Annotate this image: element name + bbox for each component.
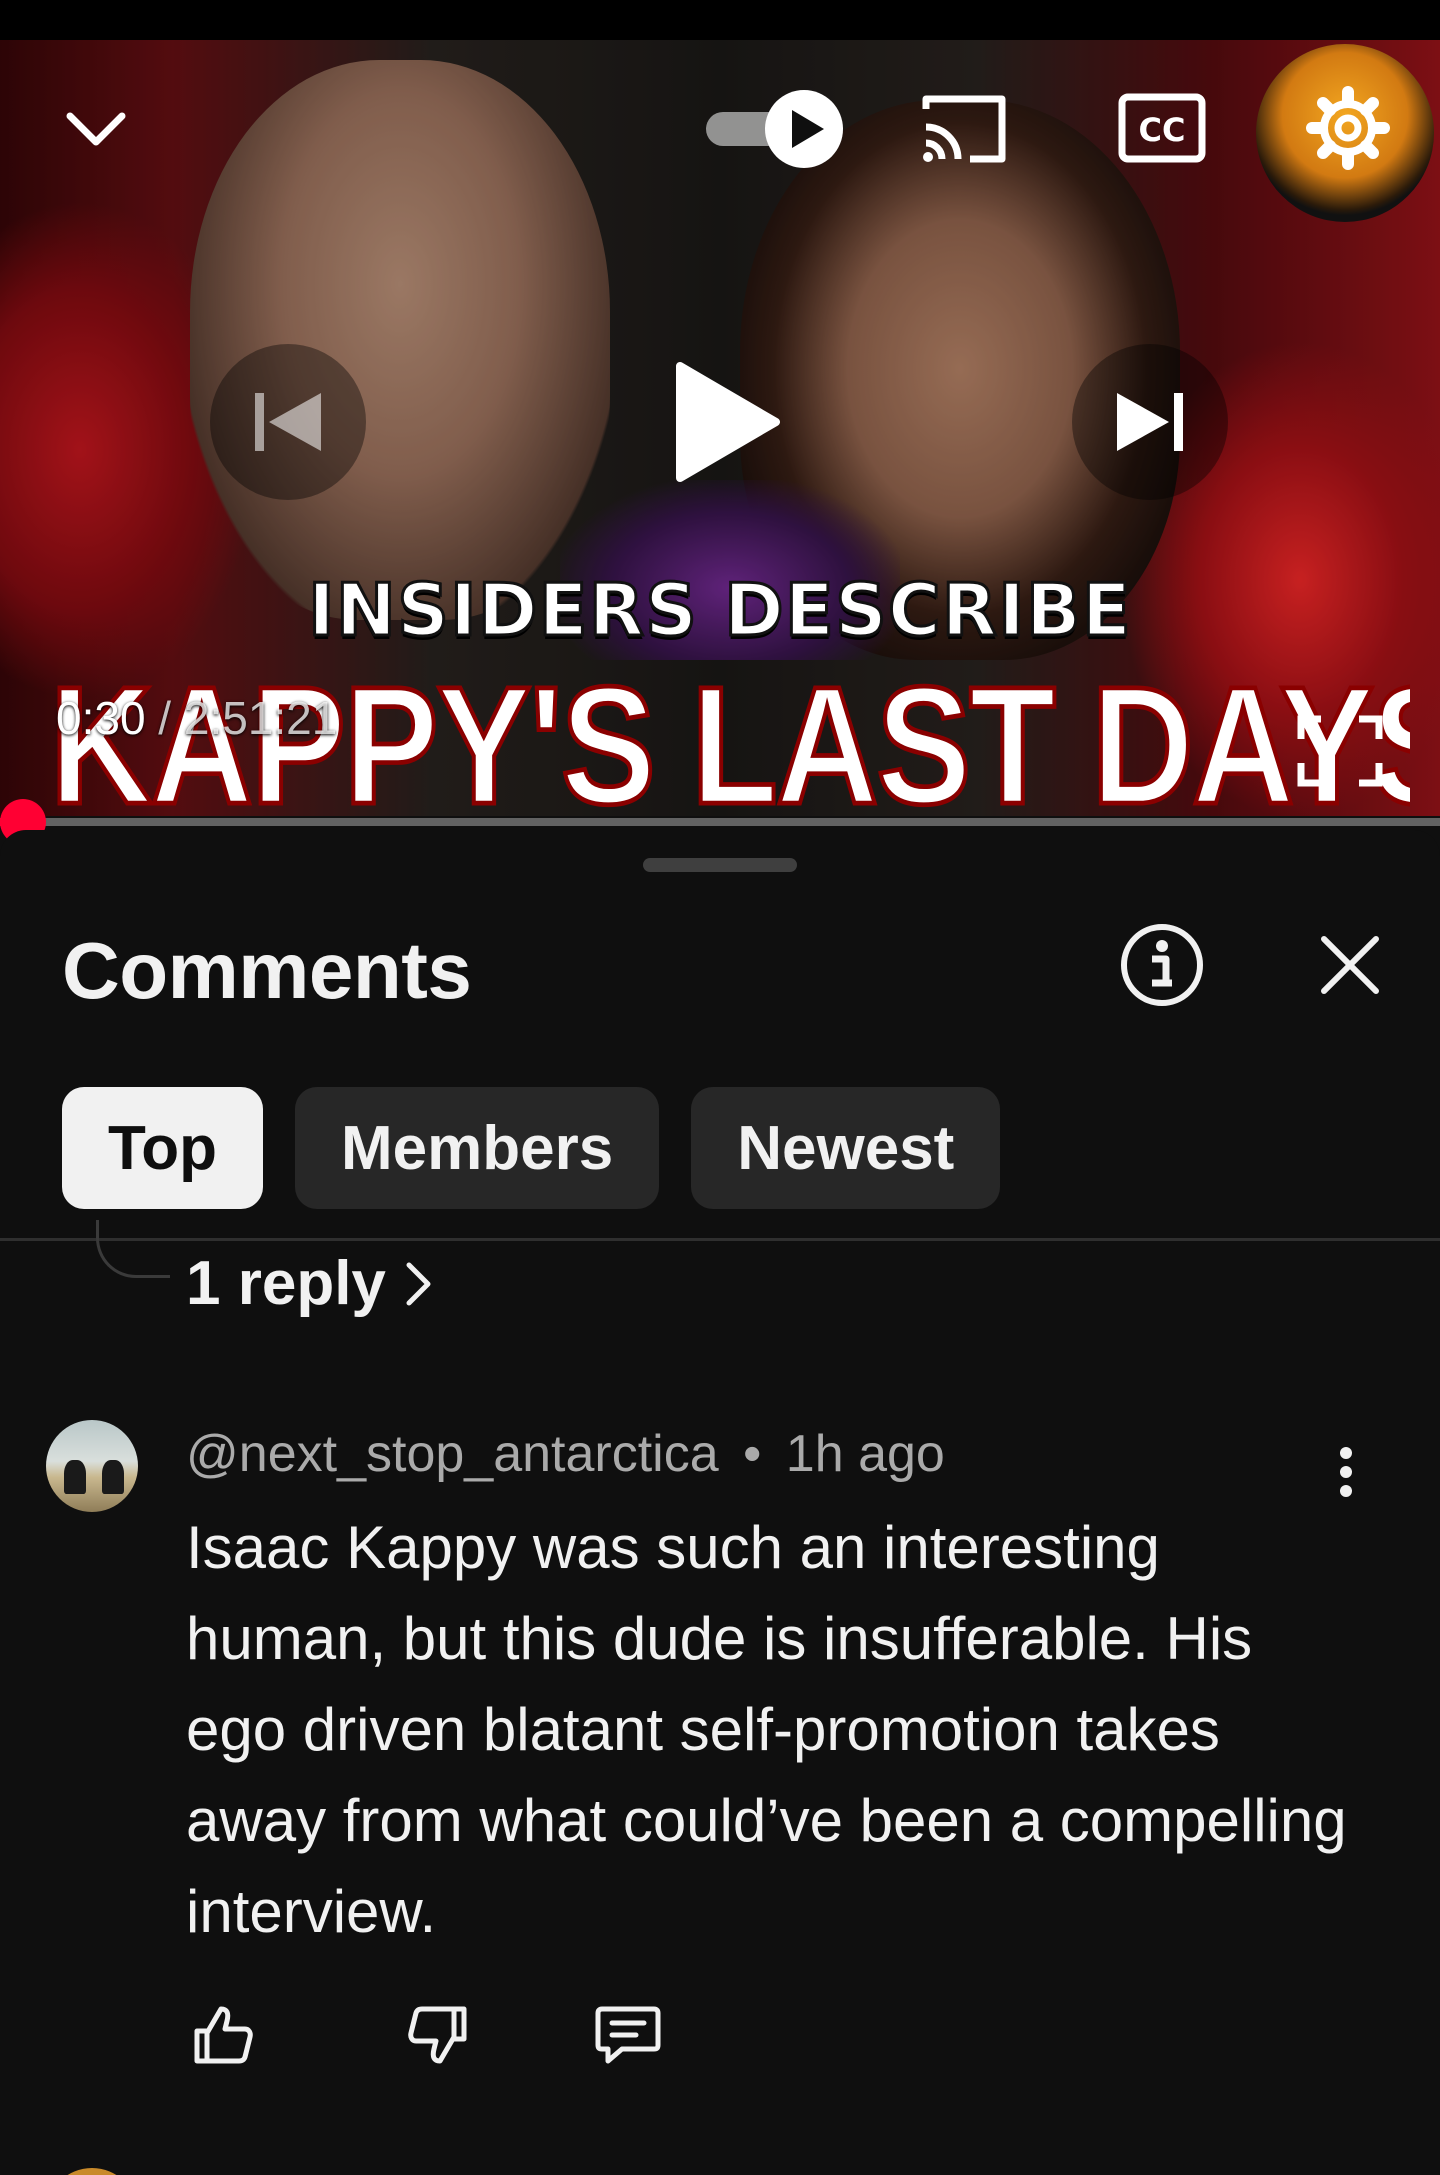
skip-next-icon [1117, 393, 1183, 451]
view-replies-link[interactable]: 1 reply [186, 1248, 434, 1319]
previous-video-button[interactable] [210, 344, 366, 500]
chip-newest[interactable]: Newest [691, 1087, 1001, 1209]
info-icon [1121, 924, 1203, 1006]
reply-button[interactable] [583, 1990, 673, 2080]
fullscreen-icon [1297, 715, 1383, 787]
chip-top[interactable]: Top [62, 1087, 264, 1209]
next-commenter-avatar[interactable] [46, 2168, 138, 2175]
svg-text:CC: CC [1139, 111, 1186, 149]
chevron-down-icon [66, 112, 126, 146]
status-bar [0, 0, 1440, 40]
captions-button[interactable]: CC [1112, 80, 1212, 176]
chevron-right-icon [406, 1262, 431, 1305]
reply-count: 1 reply [186, 1249, 386, 1318]
comment-header: @next_stop_antarctica • 1h ago [186, 1424, 945, 1484]
chip-members[interactable]: Members [295, 1087, 660, 1209]
skip-previous-icon [255, 393, 321, 451]
cast-icon [922, 95, 1006, 163]
close-comments-button[interactable] [1306, 921, 1394, 1009]
comments-panel: Comments Top Members Newest 1 reply @nex… [0, 830, 1440, 2175]
like-button[interactable] [178, 1990, 268, 2080]
video-duration: 2:51:21 [183, 692, 338, 744]
comments-info-button[interactable] [1118, 921, 1206, 1009]
comment-text: Isaac Kappy was such an interesting huma… [186, 1514, 1347, 1945]
next-video-button[interactable] [1072, 344, 1228, 500]
fullscreen-button[interactable] [1290, 706, 1390, 796]
close-icon [1321, 936, 1379, 994]
chips-divider [0, 1238, 1440, 1241]
collapse-player-button[interactable] [52, 86, 140, 174]
commenter-avatar[interactable] [46, 1420, 138, 1512]
comment-more-button[interactable] [1316, 1434, 1376, 1510]
current-time: 0:30 [56, 692, 146, 744]
dislike-button[interactable] [393, 1990, 483, 2080]
play-icon [676, 362, 780, 482]
video-player[interactable]: INSIDERS DESCRIBE KAPPY'S LAST DAYS! CC [0, 40, 1440, 816]
cast-button[interactable] [914, 80, 1014, 176]
reply-thread-line [96, 1220, 170, 1278]
thumbs-down-icon [408, 2006, 467, 2064]
comment-reply-icon [595, 2006, 661, 2064]
play-button[interactable] [646, 344, 802, 500]
autoplay-toggle[interactable] [702, 84, 848, 172]
playback-time: 0:30 / 2:51:21 [56, 691, 337, 745]
autoplay-toggle-icon [706, 90, 843, 168]
panel-drag-handle[interactable] [643, 858, 797, 872]
panel-title: Comments [62, 926, 472, 1015]
settings-button[interactable] [1298, 80, 1398, 176]
sort-chips: Top Members Newest [62, 1087, 1001, 1209]
comment-time: 1h ago [785, 1425, 945, 1483]
more-vertical-icon [1340, 1447, 1352, 1497]
meta-separator: • [743, 1425, 762, 1483]
closed-captions-icon: CC [1118, 93, 1206, 163]
thumbs-up-icon [194, 2006, 253, 2064]
thumbnail-headline-top: INSIDERS DESCRIBE [307, 567, 1133, 654]
comment-author[interactable]: @next_stop_antarctica [186, 1425, 719, 1483]
time-separator: / [145, 692, 184, 744]
video-progress-bar[interactable] [0, 799, 1440, 845]
gear-icon [1306, 86, 1390, 170]
